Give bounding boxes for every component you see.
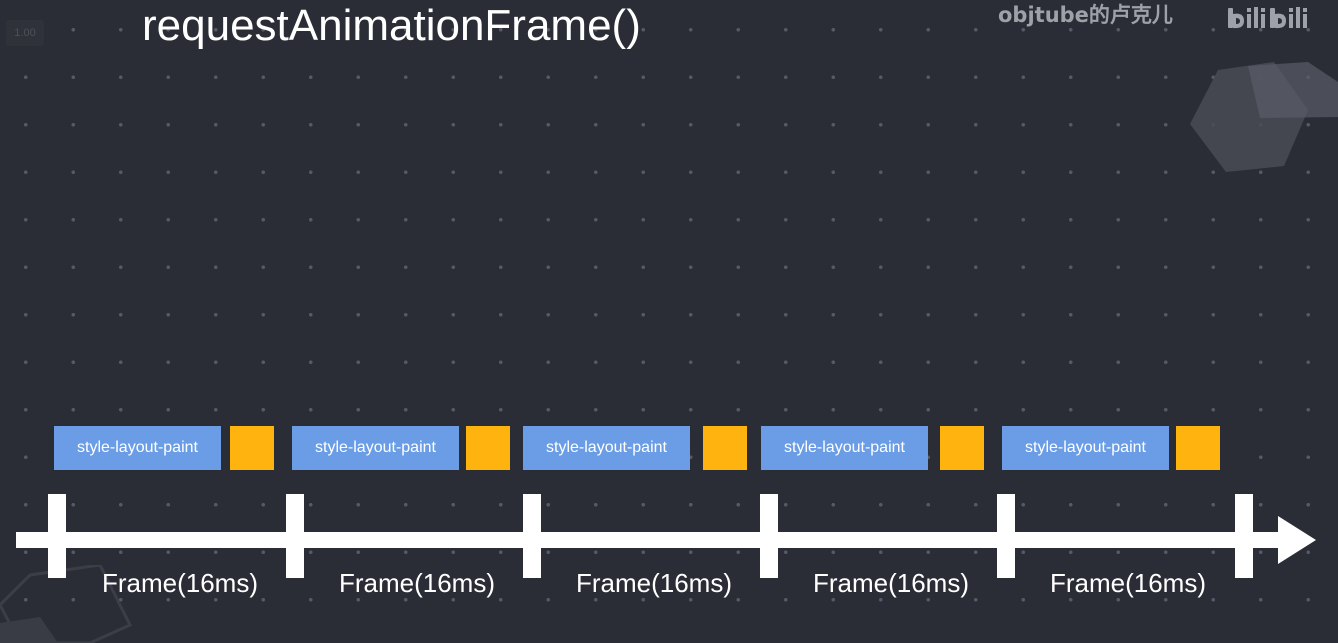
frame-tick — [997, 494, 1015, 578]
raf-callback-block — [703, 426, 747, 470]
frame-tick — [1235, 494, 1253, 578]
slide-title: requestAnimationFrame() — [142, 1, 641, 50]
frame-label: Frame(16ms) — [1049, 568, 1206, 598]
style-layout-paint-block: style-layout-paint — [1002, 426, 1169, 470]
raf-callback-block — [230, 426, 274, 470]
frame-label: Frame(16ms) — [338, 568, 495, 598]
style-layout-paint-block: style-layout-paint — [523, 426, 690, 470]
frame-label: Frame(16ms) — [575, 568, 732, 598]
timeline-line — [16, 532, 1280, 548]
hexagon-decoration-icon — [1190, 62, 1338, 172]
frame-tick — [48, 494, 66, 578]
speed-badge: 1.00 — [6, 20, 44, 46]
timeline-arrow-head-icon — [1278, 516, 1316, 564]
style-layout-paint-block: style-layout-paint — [292, 426, 459, 470]
watermark-text: objtube的卢克儿 — [998, 3, 1173, 27]
raf-callback-block — [466, 426, 510, 470]
style-layout-paint-block: style-layout-paint — [54, 426, 221, 470]
frame-tick — [286, 494, 304, 578]
frame-label: Frame(16ms) — [101, 568, 258, 598]
frame-tick — [523, 494, 541, 578]
raf-callback-block — [940, 426, 984, 470]
frame-label: Frame(16ms) — [812, 568, 969, 598]
raf-callback-block — [1176, 426, 1220, 470]
frame-tick — [760, 494, 778, 578]
style-layout-paint-block: style-layout-paint — [761, 426, 928, 470]
bilibili-logo-icon — [1228, 7, 1307, 29]
